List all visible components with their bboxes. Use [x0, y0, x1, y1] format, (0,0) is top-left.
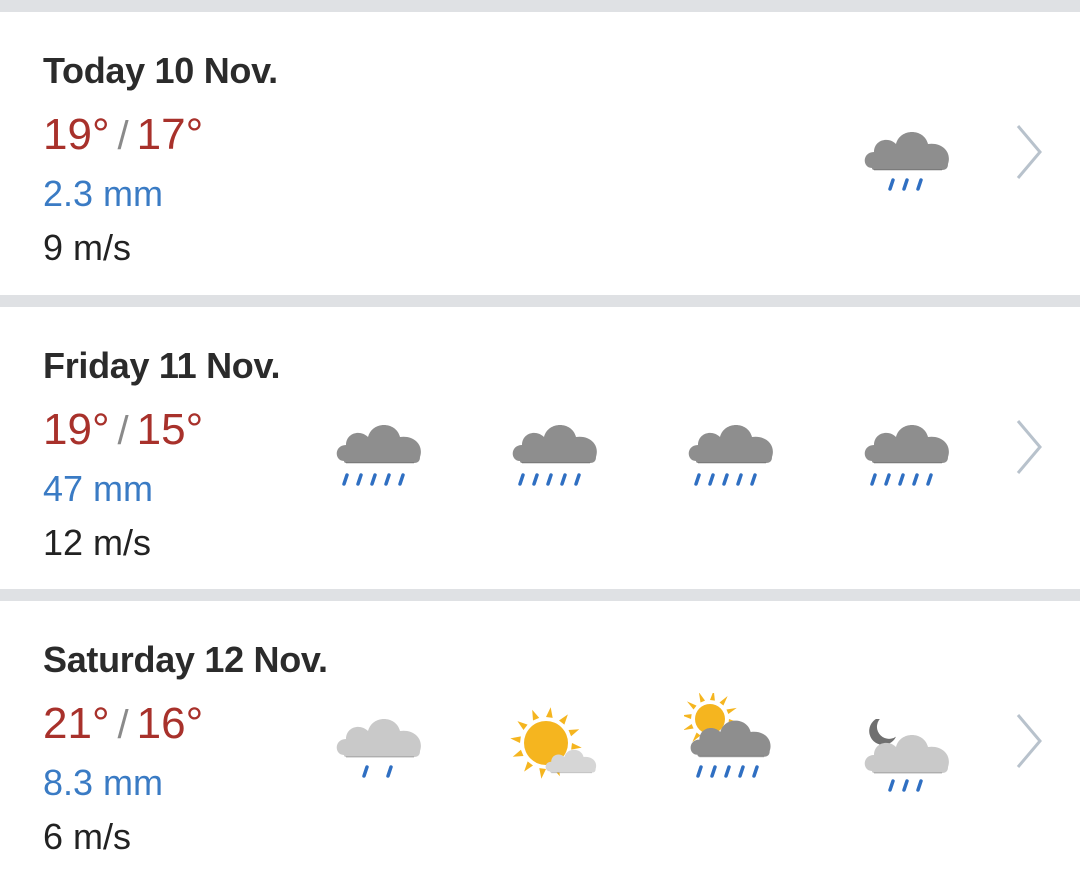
day-forecast-row[interactable]: Today 10 Nov. 19°/17° 2.3 mm 9 m/s: [0, 12, 1080, 295]
cloud-heavy-rain-icon: [508, 415, 608, 505]
wind-speed: 12 m/s: [43, 522, 152, 563]
wind-speed: 9 m/s: [43, 227, 132, 268]
sun-cloud-heavy-rain-icon: [681, 690, 784, 783]
temperature-range: 19°/15°: [43, 405, 203, 455]
chevron-right-icon[interactable]: [1010, 417, 1046, 477]
precipitation-amount: 2.3 mm: [43, 173, 164, 214]
day-title: Friday 11 Nov.: [43, 345, 281, 386]
chevron-right-icon[interactable]: [1010, 122, 1046, 182]
low-temperature: 16°: [136, 699, 204, 748]
chevron-right-icon[interactable]: [1010, 711, 1046, 771]
day-forecast-row[interactable]: Friday 11 Nov. 19°/15° 47 mm 12 m/s: [0, 307, 1080, 589]
high-temperature: 19°: [43, 405, 110, 454]
light-cloud-light-rain-icon: [332, 709, 432, 799]
wind-speed: 6 m/s: [43, 816, 132, 857]
sun-partly-cloudy-icon: [508, 701, 608, 791]
low-temperature: 15°: [136, 405, 204, 454]
temperature-separator: /: [117, 409, 129, 453]
temperature-range: 19°/17°: [43, 110, 203, 160]
temperature-range: 21°/16°: [43, 699, 203, 749]
high-temperature: 19°: [43, 110, 110, 159]
high-temperature: 21°: [43, 699, 110, 748]
temperature-separator: /: [117, 703, 129, 747]
temperature-separator: /: [117, 114, 129, 158]
day-title: Saturday 12 Nov.: [43, 639, 328, 680]
top-divider: [0, 0, 1080, 10]
precipitation-amount: 47 mm: [43, 468, 154, 509]
cloud-light-rain-icon: [860, 122, 960, 212]
cloud-heavy-rain-icon: [332, 415, 432, 505]
cloud-heavy-rain-icon: [860, 415, 960, 505]
moon-cloud-light-rain-icon: [860, 717, 960, 809]
day-forecast-row[interactable]: Saturday 12 Nov. 21°/16° 8.3 mm 6 m/s: [0, 601, 1080, 881]
day-title: Today 10 Nov.: [43, 50, 278, 91]
precipitation-amount: 8.3 mm: [43, 762, 164, 803]
low-temperature: 17°: [136, 110, 204, 159]
cloud-heavy-rain-icon: [684, 415, 784, 505]
